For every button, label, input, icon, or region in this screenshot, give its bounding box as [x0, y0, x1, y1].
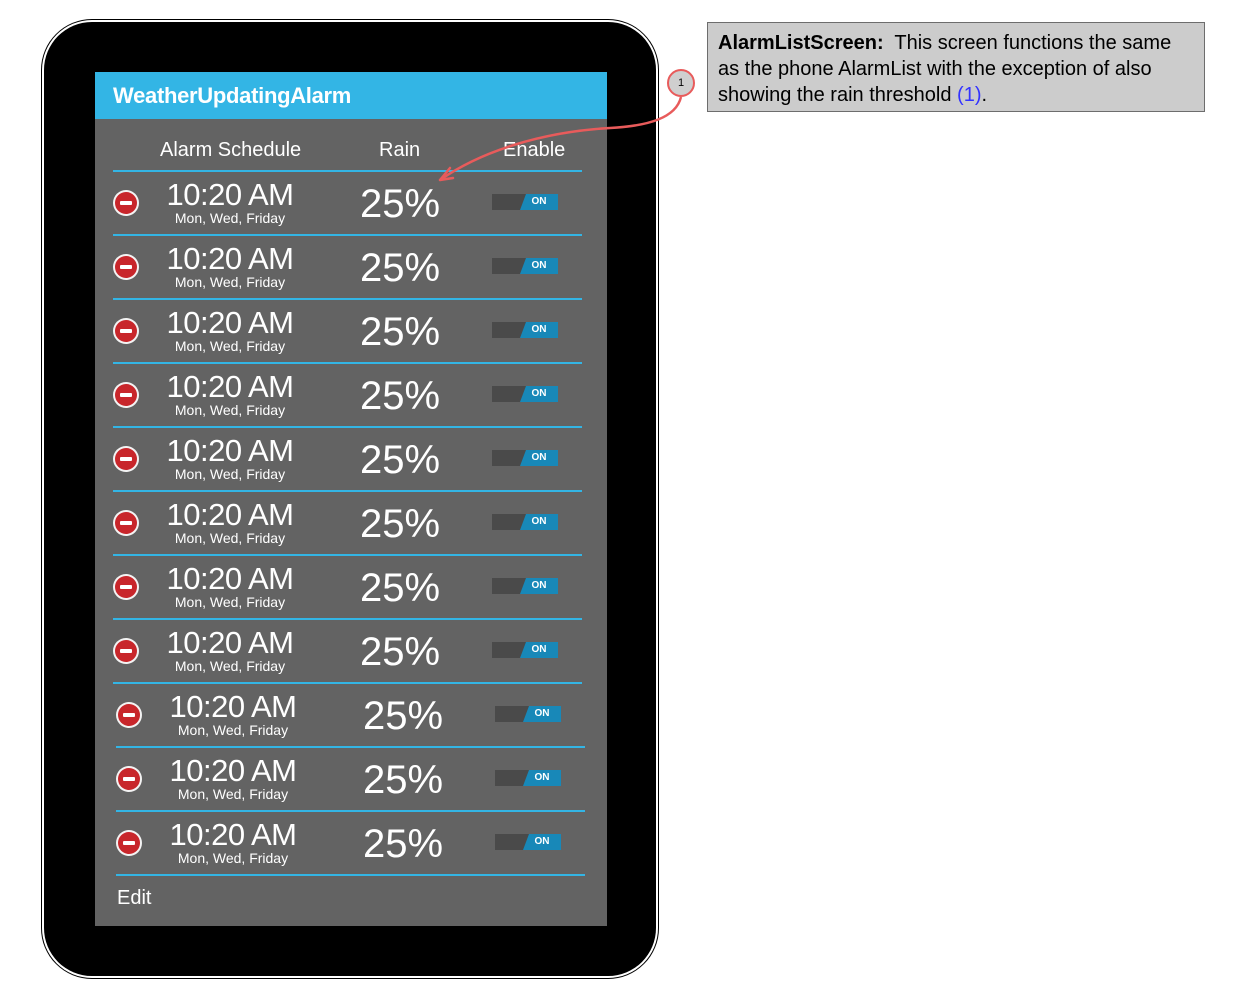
delete-alarm-icon[interactable]: [115, 192, 137, 214]
alarm-days: Mon, Wed, Friday: [177, 850, 289, 866]
alarm-time: 10:20 AM: [169, 753, 297, 788]
alarm-days: Mon, Wed, Friday: [177, 722, 289, 738]
rain-threshold: 25%: [359, 182, 441, 226]
toggle-on-label: ON: [523, 706, 561, 722]
rain-threshold: 25%: [359, 438, 441, 482]
edit-button[interactable]: Edit: [117, 887, 151, 910]
delete-alarm-icon[interactable]: [115, 384, 137, 406]
alarm-days: Mon, Wed, Friday: [174, 210, 286, 226]
delete-alarm-icon[interactable]: [118, 832, 140, 854]
app-title: WeatherUpdatingAlarm: [113, 83, 352, 108]
enable-toggle[interactable]: ON: [492, 194, 558, 210]
rain-threshold: 25%: [359, 374, 441, 418]
rain-threshold: 25%: [362, 758, 444, 802]
alarm-time: 10:20 AM: [166, 241, 294, 276]
column-header-schedule: Alarm Schedule: [160, 139, 302, 161]
annotation-ref: (1): [957, 84, 982, 106]
alarm-list-screen: WeatherUpdatingAlarm Alarm Schedule Rain…: [95, 72, 607, 926]
alarm-row[interactable]: 10:20 AM Mon, Wed, Friday 25% ON: [116, 684, 585, 748]
annotation-note: AlarmListScreen: This screen functions t…: [707, 22, 1205, 112]
toggle-on-label: ON: [520, 258, 558, 274]
delete-alarm-icon[interactable]: [115, 448, 137, 470]
enable-toggle[interactable]: ON: [492, 386, 558, 402]
toggle-on-label: ON: [520, 514, 558, 530]
alarm-days: Mon, Wed, Friday: [174, 658, 286, 674]
enable-toggle[interactable]: ON: [492, 578, 558, 594]
enable-toggle[interactable]: ON: [492, 258, 558, 274]
rain-threshold: 25%: [359, 566, 441, 610]
alarm-row[interactable]: 10:20 AM Mon, Wed, Friday 25% ON: [116, 748, 585, 812]
rain-threshold: 25%: [359, 310, 441, 354]
enable-toggle[interactable]: ON: [495, 770, 561, 786]
alarm-row[interactable]: 10:20 AM Mon, Wed, Friday 25% ON: [113, 428, 582, 492]
alarm-row[interactable]: 10:20 AM Mon, Wed, Friday 25% ON: [113, 620, 582, 684]
alarm-time: 10:20 AM: [169, 817, 297, 852]
alarm-row[interactable]: 10:20 AM Mon, Wed, Friday 25% ON: [113, 172, 582, 236]
enable-toggle[interactable]: ON: [495, 706, 561, 722]
delete-alarm-icon[interactable]: [118, 704, 140, 726]
alarm-days: Mon, Wed, Friday: [174, 530, 286, 546]
delete-alarm-icon[interactable]: [118, 768, 140, 790]
alarm-row[interactable]: 10:20 AM Mon, Wed, Friday 25% ON: [116, 812, 585, 876]
delete-alarm-icon[interactable]: [115, 576, 137, 598]
alarm-days: Mon, Wed, Friday: [174, 338, 286, 354]
enable-toggle[interactable]: ON: [492, 642, 558, 658]
alarm-row[interactable]: 10:20 AM Mon, Wed, Friday 25% ON: [113, 236, 582, 300]
rain-threshold: 25%: [359, 630, 441, 674]
enable-toggle[interactable]: ON: [492, 450, 558, 466]
rain-threshold: 25%: [362, 694, 444, 738]
alarm-days: Mon, Wed, Friday: [174, 594, 286, 610]
alarm-time: 10:20 AM: [166, 305, 294, 340]
toggle-on-label: ON: [520, 322, 558, 338]
delete-alarm-icon[interactable]: [115, 640, 137, 662]
alarm-days: Mon, Wed, Friday: [174, 466, 286, 482]
column-header-enable: Enable: [503, 139, 566, 161]
alarm-days: Mon, Wed, Friday: [177, 786, 289, 802]
alarm-time: 10:20 AM: [166, 625, 294, 660]
column-header-rain: Rain: [379, 139, 421, 161]
toggle-on-label: ON: [523, 834, 561, 850]
toggle-on-label: ON: [523, 770, 561, 786]
alarm-row[interactable]: 10:20 AM Mon, Wed, Friday 25% ON: [113, 300, 582, 364]
toggle-on-label: ON: [520, 194, 558, 210]
annotation-end: .: [981, 84, 988, 106]
alarm-time: 10:20 AM: [166, 369, 294, 404]
alarm-days: Mon, Wed, Friday: [174, 274, 286, 290]
toggle-on-label: ON: [520, 386, 558, 402]
alarm-time: 10:20 AM: [166, 177, 294, 212]
delete-alarm-icon[interactable]: [115, 512, 137, 534]
delete-alarm-icon[interactable]: [115, 256, 137, 278]
alarm-days: Mon, Wed, Friday: [174, 402, 286, 418]
rain-threshold: 25%: [359, 246, 441, 290]
rain-threshold: 25%: [362, 822, 444, 866]
rain-threshold: 25%: [359, 502, 441, 546]
callout-marker: 1: [667, 69, 695, 97]
alarm-row[interactable]: 10:20 AM Mon, Wed, Friday 25% ON: [113, 492, 582, 556]
enable-toggle[interactable]: ON: [492, 514, 558, 530]
app-bar: WeatherUpdatingAlarm: [95, 72, 607, 119]
enable-toggle[interactable]: ON: [495, 834, 561, 850]
alarm-time: 10:20 AM: [166, 561, 294, 596]
alarm-time: 10:20 AM: [166, 497, 294, 532]
alarm-time: 10:20 AM: [166, 433, 294, 468]
toggle-on-label: ON: [520, 642, 558, 658]
annotation-title: AlarmListScreen:: [718, 32, 884, 54]
toggle-on-label: ON: [520, 578, 558, 594]
delete-alarm-icon[interactable]: [115, 320, 137, 342]
toggle-on-label: ON: [520, 450, 558, 466]
enable-toggle[interactable]: ON: [492, 322, 558, 338]
row-divider: [116, 874, 585, 876]
alarm-row[interactable]: 10:20 AM Mon, Wed, Friday 25% ON: [113, 364, 582, 428]
alarm-row[interactable]: 10:20 AM Mon, Wed, Friday 25% ON: [113, 556, 582, 620]
alarm-time: 10:20 AM: [169, 689, 297, 724]
